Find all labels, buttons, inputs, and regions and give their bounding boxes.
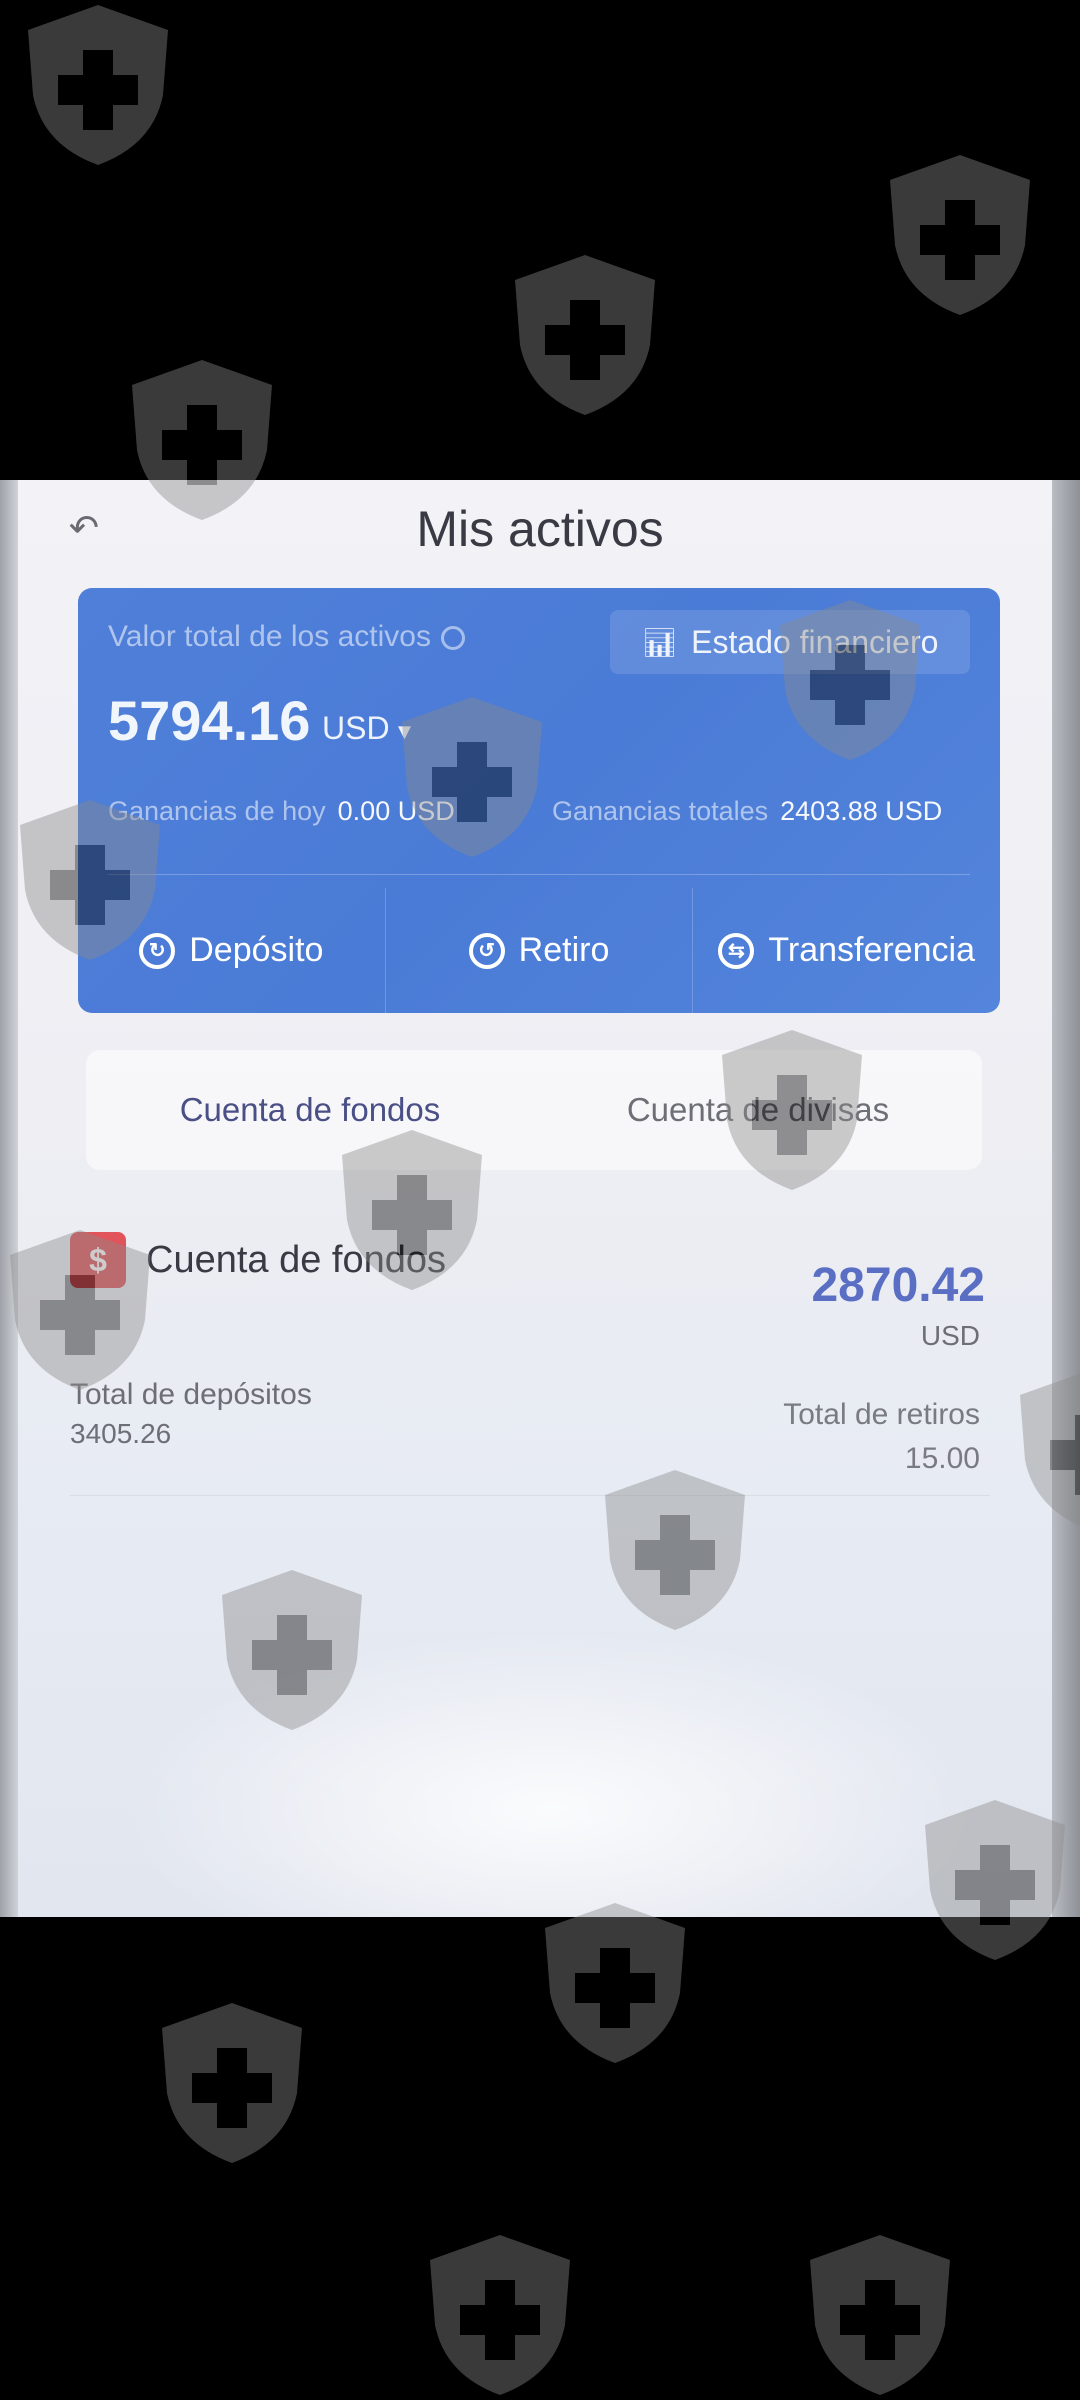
shield-watermark-icon	[545, 1903, 685, 2063]
total-assets-label-wrap: Valor total de los activos	[108, 620, 465, 654]
withdraw-label: Retiro	[518, 931, 610, 969]
total-withdrawals-value: 15.00	[904, 1442, 980, 1475]
total-assets-card: Valor total de los activos 📊︎ Estado fin…	[78, 588, 1000, 1013]
withdraw-icon: ↺	[468, 932, 505, 969]
today-earnings-label: Ganancias de hoy	[108, 796, 326, 826]
caret-down-icon: ▼	[393, 719, 416, 744]
page-title: Mis activos	[416, 501, 664, 557]
action-bar: ↻ Depósito ↺ Retiro ⇆ Transferencia	[78, 888, 1000, 1013]
device-edge-left	[0, 480, 18, 1917]
total-assets-value: 5794.16	[108, 689, 311, 752]
total-earnings: Ganancias totales 2403.88 USD	[552, 796, 942, 827]
financial-statement-button[interactable]: 📊︎ Estado financiero	[610, 610, 970, 674]
tab-fund-account[interactable]: Cuenta de fondos	[86, 1050, 534, 1170]
tab-currency-account[interactable]: Cuenta de divisas	[534, 1050, 982, 1170]
total-earnings-value: 2403.88 USD	[780, 796, 943, 826]
deposit-label: Depósito	[189, 931, 324, 969]
row-divider	[70, 1495, 990, 1496]
top-bar: ↶ Mis activos	[0, 480, 1080, 580]
card-divider	[108, 874, 970, 875]
fund-account-currency: USD	[920, 1320, 980, 1351]
account-tabs: Cuenta de fondos Cuenta de divisas	[86, 1050, 982, 1170]
total-deposits-label: Total de depósitos	[70, 1378, 312, 1411]
transfer-label: Transferencia	[768, 931, 975, 969]
device-edge-right	[1052, 480, 1080, 1917]
shield-watermark-icon	[890, 155, 1030, 315]
shield-watermark-icon	[515, 255, 655, 415]
currency-label: USD	[322, 710, 390, 746]
financial-statement-label: Estado financiero	[691, 623, 939, 660]
withdraw-button[interactable]: ↺ Retiro	[384, 888, 693, 1013]
deposit-icon: ↻	[139, 932, 176, 969]
eye-icon[interactable]	[440, 626, 465, 651]
today-earnings: Ganancias de hoy 0.00 USD	[108, 796, 455, 827]
today-earnings-value: 0.00 USD	[337, 796, 455, 826]
shield-watermark-icon	[430, 2235, 570, 2395]
shield-watermark-icon	[162, 2003, 302, 2163]
fund-account-header: $ Cuenta de fondos	[70, 1230, 446, 1290]
total-earnings-label: Ganancias totales	[552, 796, 769, 826]
transfer-button[interactable]: ⇆ Transferencia	[692, 888, 1000, 1013]
total-deposits-value: 3405.26	[70, 1418, 172, 1449]
money-bag-icon: $	[70, 1232, 126, 1288]
deposit-button[interactable]: ↻ Depósito	[78, 888, 385, 1013]
fund-account-title: Cuenta de fondos	[146, 1238, 447, 1281]
shield-watermark-icon	[810, 2235, 950, 2395]
bar-chart-icon: 📊︎	[641, 626, 678, 658]
fund-account-balance: 2870.42	[811, 1259, 985, 1312]
total-withdrawals-label: Total de retiros	[783, 1398, 980, 1431]
shield-watermark-icon	[28, 5, 168, 165]
transfer-icon: ⇆	[718, 932, 755, 969]
total-assets-label: Valor total de los activos	[108, 620, 431, 653]
app-screen: ↶ Mis activos Valor total de los activos…	[0, 480, 1080, 1917]
currency-selector[interactable]: USD ▼	[322, 710, 415, 747]
screen-glare	[120, 1630, 980, 1917]
